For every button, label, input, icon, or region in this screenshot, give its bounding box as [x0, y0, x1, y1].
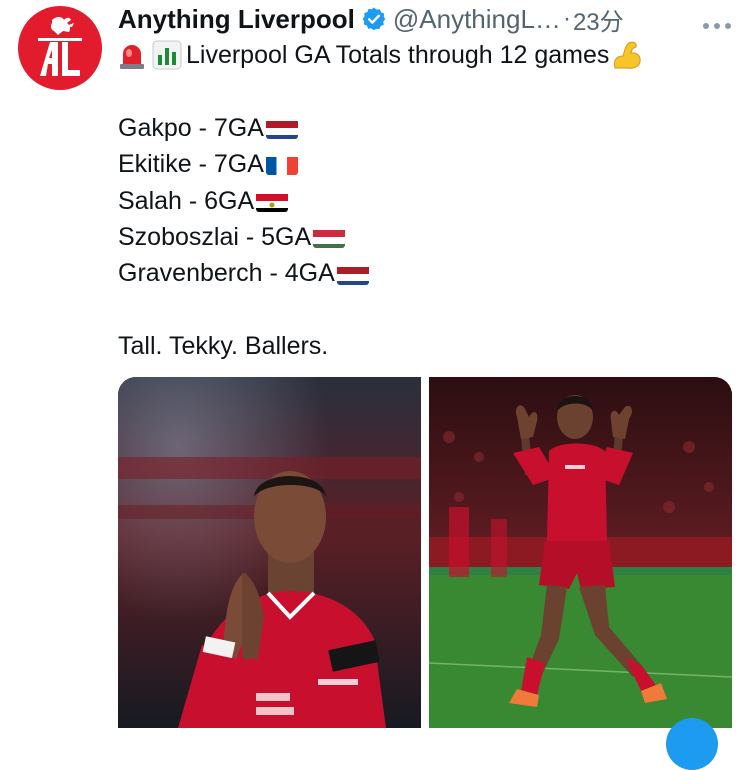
- verified-badge-icon: [361, 6, 387, 32]
- player-stat: Gakpo - 7GA: [118, 113, 264, 142]
- player-line: Salah - 6GA: [118, 183, 730, 219]
- player-line: Gravenberch - 4GA: [118, 255, 730, 291]
- france-flag-icon: [265, 153, 298, 176]
- egypt-flag-icon: [256, 190, 289, 212]
- compose-button[interactable]: [666, 718, 718, 770]
- player-stat: Szoboszlai - 5GA: [118, 222, 312, 251]
- hungary-flag-icon: [313, 226, 346, 249]
- separator-dot: ·: [562, 5, 571, 32]
- more-options-icon[interactable]: [702, 6, 732, 37]
- player-line: Gakpo - 7GA: [118, 110, 730, 146]
- media-grid: [118, 377, 732, 728]
- closing-text: Tall. Tekky. Ballers.: [118, 332, 329, 361]
- player-stat: Ekitike - 7GA: [118, 150, 264, 179]
- avatar[interactable]: [18, 6, 102, 90]
- closing-line: Tall. Tekky. Ballers.: [118, 328, 730, 364]
- tweet-headline: Liverpool GA Totals through 12 games: [186, 41, 610, 69]
- netherlands-flag-icon: [265, 117, 298, 139]
- player-line: Ekitike - 7GA: [118, 146, 730, 182]
- tweet-header: Anything Liverpool @AnythingL… · 23分: [118, 2, 732, 36]
- tweet-text: Liverpool GA Totals through 12 games Gak…: [118, 37, 730, 365]
- siren-emoji-icon: [118, 40, 146, 70]
- timestamp[interactable]: 23分: [573, 2, 624, 37]
- author-name[interactable]: Anything Liverpool: [118, 4, 355, 35]
- bar-chart-emoji-icon: [152, 40, 182, 70]
- liverbird-logo: [38, 17, 82, 76]
- player-praying-photo[interactable]: [118, 377, 421, 728]
- player-line: Szoboszlai - 5GA: [118, 219, 730, 255]
- flexed-biceps-emoji-icon: [611, 40, 643, 70]
- author-handle[interactable]: @AnythingL…: [393, 4, 561, 35]
- player-stat: Gravenberch - 4GA: [118, 259, 335, 288]
- netherlands-flag-icon: [336, 263, 369, 285]
- player-stat: Salah - 6GA: [118, 186, 255, 215]
- player-celebrating-photo[interactable]: [429, 377, 732, 728]
- tweet-headline-line: Liverpool GA Totals through 12 games: [118, 37, 730, 73]
